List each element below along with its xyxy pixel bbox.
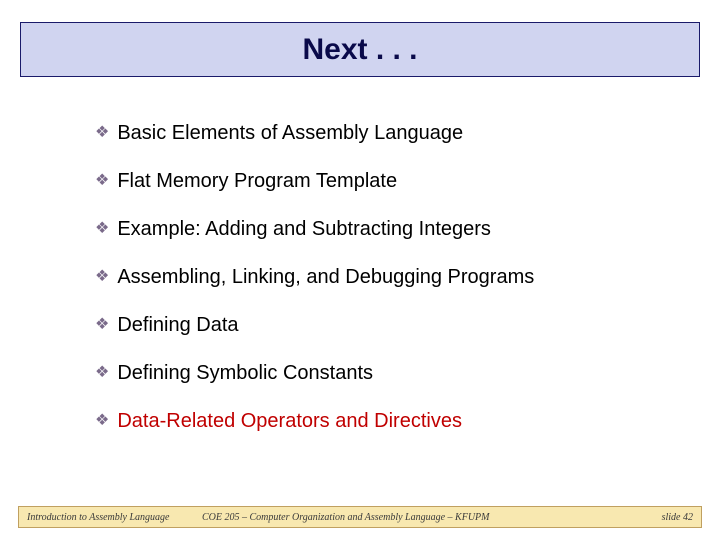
diamond-bullet-icon: ❖ bbox=[95, 168, 109, 194]
footer-left-text: Introduction to Assembly Language bbox=[27, 512, 202, 523]
list-item-text: Assembling, Linking, and Debugging Progr… bbox=[117, 264, 534, 290]
diamond-bullet-icon: ❖ bbox=[95, 216, 109, 242]
list-item: ❖ Example: Adding and Subtracting Intege… bbox=[95, 216, 680, 242]
diamond-bullet-icon: ❖ bbox=[95, 408, 109, 434]
list-item: ❖ Assembling, Linking, and Debugging Pro… bbox=[95, 264, 680, 290]
title-bar: Next . . . bbox=[20, 22, 700, 77]
list-item: ❖ Defining Data bbox=[95, 312, 680, 338]
list-item-text: Defining Data bbox=[117, 312, 238, 338]
diamond-bullet-icon: ❖ bbox=[95, 312, 109, 338]
diamond-bullet-icon: ❖ bbox=[95, 360, 109, 386]
list-item: ❖ Defining Symbolic Constants bbox=[95, 360, 680, 386]
footer-center-text: COE 205 – Computer Organization and Asse… bbox=[202, 512, 662, 523]
bullet-list: ❖ Basic Elements of Assembly Language ❖ … bbox=[95, 120, 680, 456]
list-item-text: Data-Related Operators and Directives bbox=[117, 408, 462, 434]
list-item-text: Basic Elements of Assembly Language bbox=[117, 120, 463, 146]
diamond-bullet-icon: ❖ bbox=[95, 120, 109, 146]
list-item: ❖ Data-Related Operators and Directives bbox=[95, 408, 680, 434]
list-item-text: Flat Memory Program Template bbox=[117, 168, 397, 194]
list-item: ❖ Flat Memory Program Template bbox=[95, 168, 680, 194]
diamond-bullet-icon: ❖ bbox=[95, 264, 109, 290]
slide-title: Next . . . bbox=[302, 33, 417, 67]
list-item-text: Example: Adding and Subtracting Integers bbox=[117, 216, 491, 242]
slide-footer: Introduction to Assembly Language COE 20… bbox=[18, 506, 702, 528]
list-item: ❖ Basic Elements of Assembly Language bbox=[95, 120, 680, 146]
footer-slide-number: slide 42 bbox=[662, 512, 693, 523]
list-item-text: Defining Symbolic Constants bbox=[117, 360, 373, 386]
